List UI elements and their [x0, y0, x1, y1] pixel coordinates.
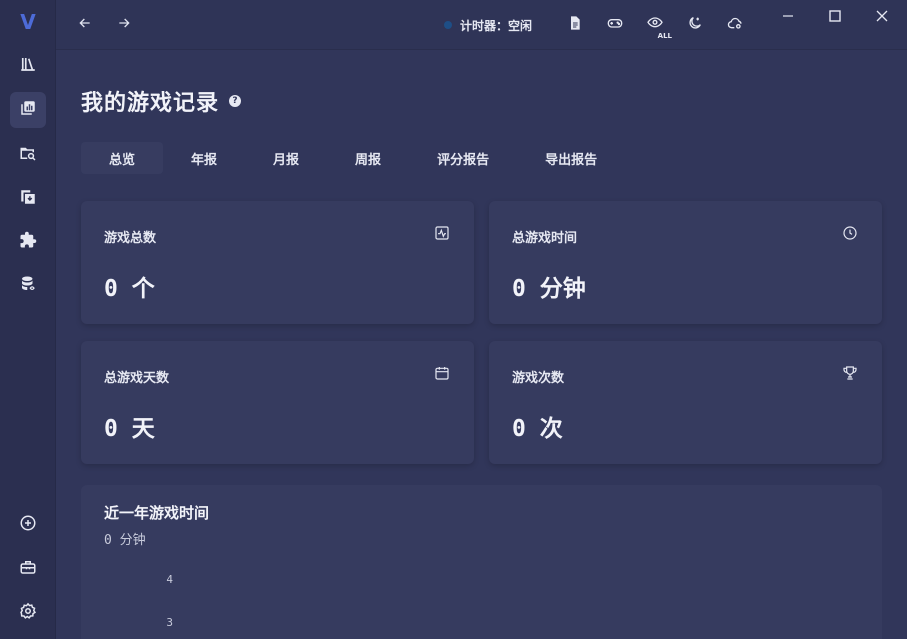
maximize-button[interactable]: [812, 2, 858, 30]
database-icon: [19, 275, 37, 297]
timer-status-dot: [444, 21, 452, 29]
stat-label: 总游戏时间: [512, 231, 578, 246]
timer-status-label: 计时器：空闲: [460, 18, 533, 33]
app-logo: V: [20, 10, 36, 34]
stat-value: 0 次: [512, 416, 563, 442]
sidebar-item-toolbox[interactable]: [10, 551, 46, 587]
app-window: V 计时器：空闲 ALL 我的游戏记录 ? 总览 年报 月报 周报 评分报告 导…: [0, 0, 907, 639]
help-icon[interactable]: ?: [229, 95, 242, 107]
top-bar: 计时器：空闲 ALL: [56, 0, 907, 50]
sidebar-item-library[interactable]: [10, 48, 46, 84]
tab-overview[interactable]: 总览: [81, 142, 164, 174]
y-tick-label: 3: [166, 616, 173, 629]
calendar-icon: [434, 365, 450, 381]
tab-weekly[interactable]: 周报: [327, 142, 409, 174]
y-tick-label: 4: [166, 573, 173, 586]
stat-card-total-days: 总游戏天数 0 天: [81, 341, 474, 464]
stat-label: 游戏总数: [104, 231, 157, 246]
timer-status[interactable]: 计时器：空闲: [444, 16, 532, 34]
yearly-playtime-chart-card: 近一年游戏时间 0 分钟 43: [81, 485, 882, 639]
sidebar-item-settings[interactable]: [10, 595, 46, 631]
tab-export-report[interactable]: 导出报告: [517, 142, 625, 174]
stat-label: 游戏次数: [512, 371, 565, 386]
maximize-icon: [829, 7, 841, 26]
sidebar-item-import[interactable]: [10, 181, 46, 217]
settings-icon: [19, 602, 37, 624]
toolbox-icon: [19, 558, 37, 580]
folder-search-icon: [19, 144, 37, 166]
page-title: 我的游戏记录: [81, 91, 220, 116]
cloud-sync-button[interactable]: [722, 12, 748, 38]
close-button[interactable]: [859, 2, 905, 30]
sidebar-item-add[interactable]: [10, 507, 46, 543]
back-button[interactable]: [69, 10, 101, 40]
main-content: 我的游戏记录 ? 总览 年报 月报 周报 评分报告 导出报告 游戏总数 0 个 …: [56, 51, 907, 639]
sidebar-item-folder-search[interactable]: [10, 137, 46, 173]
stat-label: 总游戏天数: [104, 371, 170, 386]
clock-icon: [842, 225, 858, 241]
report-tabs: 总览 年报 月报 周报 评分报告 导出报告: [81, 142, 625, 174]
plugin-icon: [19, 231, 37, 253]
import-icon: [19, 188, 37, 210]
night-mode-icon: [687, 15, 703, 35]
sidebar-item-records[interactable]: [10, 92, 46, 128]
sidebar-item-database[interactable]: [10, 268, 46, 304]
activity-icon: [434, 225, 450, 241]
page-header: 我的游戏记录 ?: [81, 85, 242, 117]
tab-yearly[interactable]: 年报: [163, 142, 245, 174]
minimize-button[interactable]: [765, 2, 811, 30]
trophy-icon: [842, 365, 858, 381]
document-icon: [567, 15, 583, 35]
close-icon: [876, 7, 888, 26]
night-mode-button[interactable]: [682, 12, 708, 38]
sidebar: V: [0, 0, 56, 639]
arrow-right-icon: [116, 15, 132, 35]
gamepad-button[interactable]: [602, 12, 628, 38]
forward-button[interactable]: [108, 10, 140, 40]
library-icon: [19, 55, 37, 77]
stat-value: 0 个: [104, 276, 155, 302]
stat-card-total-games: 游戏总数 0 个: [81, 201, 474, 324]
stat-value: 0 分钟: [512, 276, 586, 302]
stat-card-total-time: 总游戏时间 0 分钟: [489, 201, 882, 324]
sidebar-item-plugins[interactable]: [10, 224, 46, 260]
gamepad-icon: [607, 15, 623, 35]
tab-monthly[interactable]: 月报: [245, 142, 327, 174]
add-circle-icon: [19, 514, 37, 536]
records-icon: [19, 99, 37, 121]
tab-rating-report[interactable]: 评分报告: [409, 142, 517, 174]
cloud-settings-icon: [727, 15, 743, 35]
document-button[interactable]: [562, 12, 588, 38]
chart-plot: 43: [166, 573, 173, 629]
arrow-left-icon: [77, 15, 93, 35]
eye-all-badge: ALL: [657, 32, 672, 40]
minimize-icon: [782, 7, 794, 26]
stat-card-play-count: 游戏次数 0 次: [489, 341, 882, 464]
stat-value: 0 天: [104, 416, 155, 442]
show-all-button[interactable]: ALL: [642, 12, 672, 40]
